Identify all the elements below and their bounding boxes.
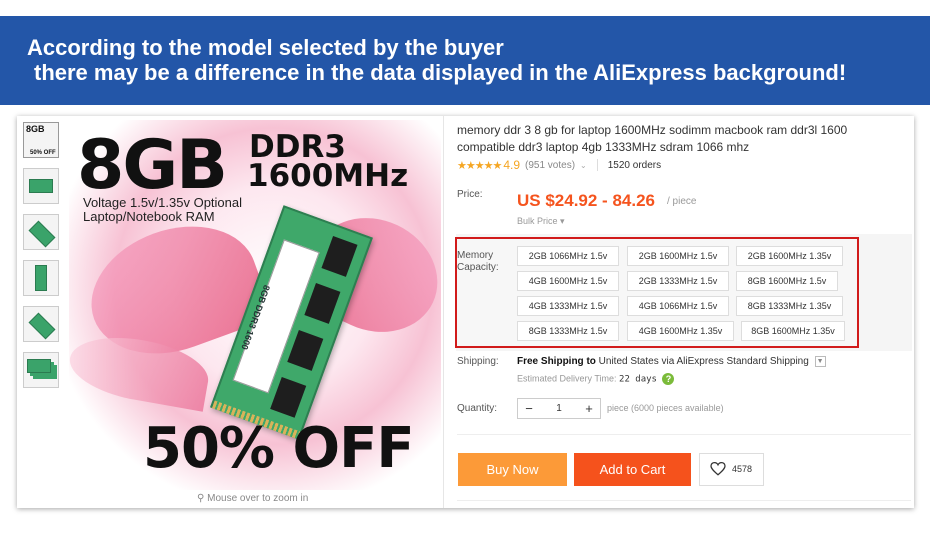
image-voltage-line1: Voltage 1.5v/1.35v Optional xyxy=(83,195,243,210)
capacity-label-line2: Capacity: xyxy=(457,262,499,273)
capacity-option[interactable]: 8GB 1600MHz 1.5v xyxy=(736,271,838,291)
banner-text-line1: According to the model selected by the b… xyxy=(27,35,504,60)
increment-button[interactable]: + xyxy=(578,399,600,418)
thumbnail-3[interactable] xyxy=(23,214,59,250)
wishlist-count: 4578 xyxy=(732,464,753,474)
help-icon[interactable]: ? xyxy=(662,373,675,385)
capacity-option[interactable]: 8GB 1333MHz 1.35v xyxy=(736,296,843,316)
search-icon: ⚲ xyxy=(197,493,205,504)
capacity-option[interactable]: 4GB 1600MHz 1.35v xyxy=(627,321,734,341)
decrement-button[interactable]: − xyxy=(518,399,540,418)
thumbnail-list: 8GB 50% OFF xyxy=(23,122,61,398)
ram-module-icon xyxy=(29,179,53,193)
thumbnail-sale-text: 50% OFF xyxy=(30,150,56,156)
section-divider xyxy=(457,500,911,501)
product-info: memory ddr 3 8 gb for laptop 1600MHz sod… xyxy=(455,116,912,508)
shipping-info: Free Shipping to United States via AliEx… xyxy=(517,356,826,367)
shipping-destination: United States via AliExpress Standard Sh… xyxy=(595,356,809,368)
ram-module-icon xyxy=(27,359,51,373)
image-voltage-line2: Laptop/Notebook RAM xyxy=(83,209,215,224)
ram-module-icon xyxy=(28,312,56,340)
price-label: Price: xyxy=(457,189,483,200)
price-value: US $24.92 - 84.26 xyxy=(517,191,655,210)
capacity-option[interactable]: 2GB 1333MHz 1.5v xyxy=(627,271,729,291)
quantity-label: Quantity: xyxy=(457,403,498,414)
rating-row: ★★★★★ 4.9 (951 votes) ⌄ 1520 orders xyxy=(457,158,661,172)
zoom-hint: ⚲ Mouse over to zoom in xyxy=(197,493,308,504)
free-shipping-text: Free Shipping to xyxy=(517,356,596,368)
top-spacer xyxy=(0,0,930,16)
capacity-label: Memory Capacity: xyxy=(457,250,499,274)
quantity-input[interactable]: 1 xyxy=(540,399,578,418)
product-card: 8GB 50% OFF 8GB DDR3 1600 8GB DDR3 1600M… xyxy=(17,116,914,508)
rating-separator xyxy=(596,159,598,171)
thumbnail-1[interactable]: 8GB 50% OFF xyxy=(23,122,59,158)
ram-module-icon xyxy=(35,265,47,291)
image-speed-text: 1600MHz xyxy=(247,158,409,194)
orders-count: 1520 orders xyxy=(607,159,662,171)
column-divider xyxy=(443,116,444,508)
votes-link[interactable]: (951 votes) xyxy=(525,160,575,171)
main-product-image[interactable]: 8GB DDR3 1600 8GB DDR3 1600MHz Voltage 1… xyxy=(69,120,441,490)
image-voltage-text: Voltage 1.5v/1.35v Optional Laptop/Noteb… xyxy=(83,196,242,224)
memory-chip xyxy=(321,236,358,277)
section-divider xyxy=(457,434,911,435)
memory-chip xyxy=(270,376,307,418)
capacity-option[interactable]: 2GB 1600MHz 1.5v xyxy=(627,246,729,266)
memory-chip xyxy=(304,282,341,324)
capacity-option[interactable]: 4GB 1066MHz 1.5v xyxy=(627,296,729,316)
buy-now-button[interactable]: Buy Now xyxy=(458,453,567,486)
zoom-hint-text: Mouse over to zoom in xyxy=(207,493,309,504)
ram-module-icon xyxy=(28,220,56,248)
chevron-down-icon[interactable]: ⌄ xyxy=(580,161,587,170)
image-sale-text: 50% OFF xyxy=(143,416,415,481)
thumbnail-capacity-text: 8GB xyxy=(26,124,45,134)
capacity-option[interactable]: 2GB 1066MHz 1.5v xyxy=(517,246,619,266)
product-title: memory ddr 3 8 gb for laptop 1600MHz sod… xyxy=(457,123,848,154)
delivery-time: Estimated Delivery Time: 22 days ? xyxy=(517,373,675,385)
capacity-option[interactable]: 4GB 1333MHz 1.5v xyxy=(517,296,619,316)
thumbnail-2[interactable] xyxy=(23,168,59,204)
wishlist-button[interactable]: 4578 xyxy=(699,453,764,486)
banner-text-line2: there may be a difference in the data di… xyxy=(34,60,847,85)
quantity-availability: piece (6000 pieces available) xyxy=(607,403,724,413)
capacity-option[interactable]: 8GB 1333MHz 1.5v xyxy=(517,321,619,341)
capacity-option[interactable]: 8GB 1600MHz 1.35v xyxy=(741,321,845,341)
thumbnail-5[interactable] xyxy=(23,306,59,342)
chevron-down-icon[interactable]: ▼ xyxy=(814,356,826,367)
quantity-stepper: − 1 + xyxy=(517,398,601,419)
bulk-price-dropdown[interactable]: Bulk Price ▾ xyxy=(517,216,565,227)
delivery-days: 22 days xyxy=(619,374,657,385)
rating-value: 4.9 xyxy=(503,158,520,172)
image-capacity-text: 8GB xyxy=(77,126,228,205)
capacity-label-line1: Memory xyxy=(457,250,494,261)
shipping-label: Shipping: xyxy=(457,356,499,367)
delivery-label: Estimated Delivery Time: xyxy=(517,373,620,384)
memory-chip xyxy=(287,329,324,371)
capacity-option[interactable]: 4GB 1600MHz 1.5v xyxy=(517,271,619,291)
add-to-cart-button[interactable]: Add to Cart xyxy=(574,453,691,486)
capacity-option[interactable]: 2GB 1600MHz 1.35v xyxy=(736,246,843,266)
thumbnail-4[interactable] xyxy=(23,260,59,296)
price-unit: / piece xyxy=(667,196,697,207)
thumbnail-6[interactable] xyxy=(23,352,59,388)
notice-banner: According to the model selected by the b… xyxy=(0,16,930,105)
heart-icon xyxy=(710,462,726,476)
star-rating-icon: ★★★★★ xyxy=(457,159,502,172)
